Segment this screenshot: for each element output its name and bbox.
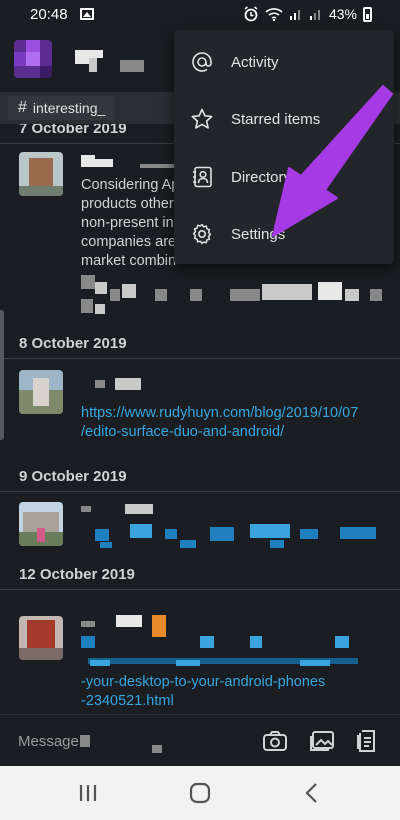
status-bar: 20:48 43% — [0, 0, 400, 30]
home-button[interactable] — [180, 778, 220, 808]
battery-icon — [363, 6, 372, 22]
date-label: 12 October 2019 — [19, 566, 135, 583]
alarm-icon — [244, 6, 258, 22]
date-label: 8 October 2019 — [19, 335, 127, 352]
star-icon — [191, 108, 213, 129]
gallery-icon[interactable] — [309, 729, 335, 753]
avatar[interactable] — [19, 370, 63, 414]
message-composer[interactable]: Message — [0, 714, 400, 766]
status-time: 20:48 — [30, 6, 68, 23]
recents-button[interactable] — [68, 778, 108, 808]
gear-icon — [192, 223, 212, 245]
status-icons: 43% — [243, 6, 372, 22]
channel-name: interesting_ — [32, 100, 106, 116]
date-label: 7 October 2019 — [19, 124, 127, 137]
message-input[interactable]: Message — [18, 733, 79, 750]
message-link[interactable]: -your-desktop-to-your-android-phones -23… — [81, 673, 325, 711]
message-link[interactable]: https://www.rudyhuyn.com/blog/2019/10/07… — [81, 404, 358, 442]
date-divider: 9 October 2019 — [0, 464, 400, 492]
date-divider: 8 October 2019 — [0, 331, 400, 359]
hash-icon: # — [18, 99, 27, 116]
annotation-arrow-icon — [272, 85, 393, 237]
back-button[interactable] — [292, 778, 332, 808]
signal-icon — [309, 10, 320, 20]
battery-percent: 43% — [328, 6, 357, 22]
avatar[interactable] — [19, 152, 63, 196]
signal-icon — [289, 10, 300, 20]
workspace-avatar[interactable] — [14, 40, 52, 78]
system-nav-bar — [0, 766, 400, 820]
at-icon — [192, 52, 212, 72]
menu-item-label: Activity — [231, 53, 279, 71]
avatar[interactable] — [19, 616, 63, 660]
date-divider: 12 October 2019 — [0, 562, 400, 590]
camera-icon[interactable] — [262, 729, 288, 753]
avatar[interactable] — [19, 502, 63, 546]
image-icon — [80, 8, 94, 20]
date-label: 9 October 2019 — [19, 468, 127, 485]
channel-pill[interactable]: # interesting_ — [8, 96, 116, 120]
directory-icon — [193, 166, 212, 188]
files-icon[interactable] — [354, 729, 380, 753]
drawer-handle[interactable] — [0, 310, 4, 440]
message-text: Considering Ap products other non-presen… — [81, 177, 180, 269]
wifi-icon — [265, 8, 283, 21]
